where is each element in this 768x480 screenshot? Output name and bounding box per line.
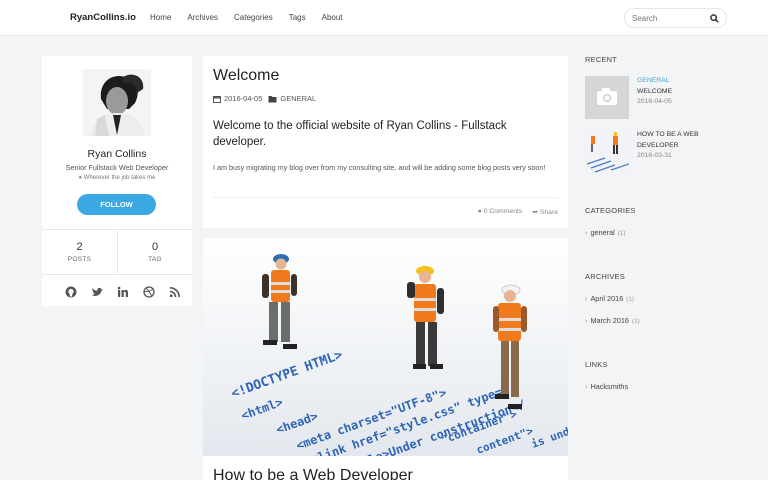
site-brand[interactable]: RyanCollins.io — [70, 12, 136, 23]
recent-heading: RECENT — [585, 55, 618, 64]
recent-category[interactable]: GENERAL — [637, 76, 737, 87]
location-text: Wherever the job takes me — [83, 175, 156, 181]
post-body: I am busy migrating my blog over from my… — [213, 163, 546, 172]
categories-heading: CATEGORIES — [585, 206, 636, 215]
link-name: Hacksmiths — [590, 382, 629, 391]
calendar-icon — [213, 95, 221, 103]
post-title[interactable]: How to be a Web Developer — [213, 467, 413, 480]
links-heading: LINKS — [585, 360, 608, 369]
follow-button[interactable]: FOLLOW — [77, 194, 156, 215]
recent-thumbnail[interactable] — [585, 76, 629, 119]
location-pin-icon: ● — [78, 175, 83, 181]
archive-count: (1) — [626, 296, 634, 303]
folder-icon — [268, 95, 277, 102]
category-count: (1) — [617, 230, 626, 237]
twitter-icon[interactable] — [84, 285, 110, 299]
search-input[interactable] — [632, 12, 710, 25]
linkedin-icon[interactable] — [110, 285, 136, 299]
chevron-right-icon: › — [585, 294, 588, 303]
main-nav: Home Archives Categories Tags About — [150, 13, 359, 22]
link-item-hacksmiths[interactable]: › Hacksmiths — [585, 382, 628, 391]
recent-post-web-developer[interactable]: HOW TO BE A WEB DEVELOPER 2016-03-31 — [585, 130, 745, 174]
post-card-web-developer: <!DOCTYPE HTML> <html> <head> <meta char… — [203, 238, 568, 480]
posts-label: POSTS — [67, 256, 92, 263]
recent-title[interactable]: HOW TO BE A WEB DEVELOPER — [637, 130, 737, 151]
tag-count: 0 — [151, 241, 159, 253]
comments-link[interactable]: ● 0 Comments — [478, 208, 523, 216]
archive-item-april-2016[interactable]: › April 2016 (1) — [585, 294, 634, 303]
chevron-right-icon: › — [585, 228, 588, 237]
divider — [213, 197, 558, 198]
rss-icon[interactable] — [162, 285, 188, 299]
profile-stats: 2 POSTS 0 TAG — [42, 229, 192, 275]
recent-thumbnail[interactable] — [585, 130, 629, 173]
post-subtitle: Welcome to the official website of Ryan … — [213, 120, 507, 148]
dribbble-icon[interactable] — [136, 285, 162, 299]
nav-about[interactable]: About — [322, 13, 343, 22]
posts-stat[interactable]: 2 POSTS — [42, 230, 117, 274]
comments-count: 0 Comments — [483, 208, 523, 215]
post-card-welcome: Welcome 2016-04-05 GENERAL Welcome to th… — [203, 56, 568, 228]
post-category[interactable]: GENERAL — [280, 94, 316, 103]
comment-icon: ● — [477, 208, 482, 215]
chevron-right-icon: › — [585, 382, 588, 391]
nav-archives[interactable]: Archives — [187, 13, 218, 22]
archive-name: March 2016 — [590, 316, 629, 325]
profile-card: Ryan Collins Senior Fullstack Web Develo… — [42, 56, 192, 306]
search-box — [624, 8, 727, 28]
github-icon[interactable] — [58, 285, 84, 299]
social-links — [58, 285, 188, 299]
profile-name: Ryan Collins — [87, 148, 147, 160]
top-navbar: RyanCollins.io Home Archives Categories … — [0, 0, 768, 36]
post-date: 2016-04-05 — [224, 94, 263, 103]
archives-heading: ARCHIVES — [585, 272, 625, 281]
post-actions: ● 0 Comments ➦ Share — [478, 208, 558, 216]
nav-categories[interactable]: Categories — [234, 13, 273, 22]
chevron-right-icon: › — [585, 316, 588, 325]
recent-post-welcome[interactable]: GENERAL WELCOME 2016-04-05 — [585, 76, 745, 120]
avatar — [83, 69, 151, 136]
post-title[interactable]: Welcome — [213, 67, 279, 85]
search-icon[interactable] — [710, 14, 719, 23]
nav-home[interactable]: Home — [150, 13, 171, 22]
archive-item-march-2016[interactable]: › March 2016 (1) — [585, 316, 640, 325]
post-hero-image[interactable]: <!DOCTYPE HTML> <html> <head> <meta char… — [203, 238, 568, 456]
tag-stat[interactable]: 0 TAG — [117, 230, 192, 274]
profile-title: Senior Fullstack Web Developer — [65, 163, 169, 172]
nav-tags[interactable]: Tags — [289, 13, 306, 22]
category-item-general[interactable]: › general (1) — [585, 228, 625, 237]
post-meta: 2016-04-05 GENERAL — [213, 94, 316, 103]
share-link[interactable]: ➦ Share — [532, 208, 558, 216]
tag-label: TAG — [148, 256, 162, 263]
category-name: general — [590, 228, 615, 237]
recent-post-info: HOW TO BE A WEB DEVELOPER 2016-03-31 — [637, 130, 737, 162]
recent-title[interactable]: WELCOME — [637, 87, 737, 98]
recent-date: 2016-03-31 — [637, 152, 672, 159]
recent-post-info: GENERAL WELCOME 2016-04-05 — [637, 76, 737, 108]
posts-count: 2 — [76, 241, 83, 253]
share-icon: ➦ — [532, 209, 538, 216]
archive-count: (1) — [631, 318, 640, 325]
share-label: Share — [539, 209, 558, 216]
archive-name: April 2016 — [590, 294, 624, 303]
profile-location: ● Wherever the job takes me — [42, 175, 192, 181]
recent-date: 2016-04-05 — [637, 98, 672, 105]
